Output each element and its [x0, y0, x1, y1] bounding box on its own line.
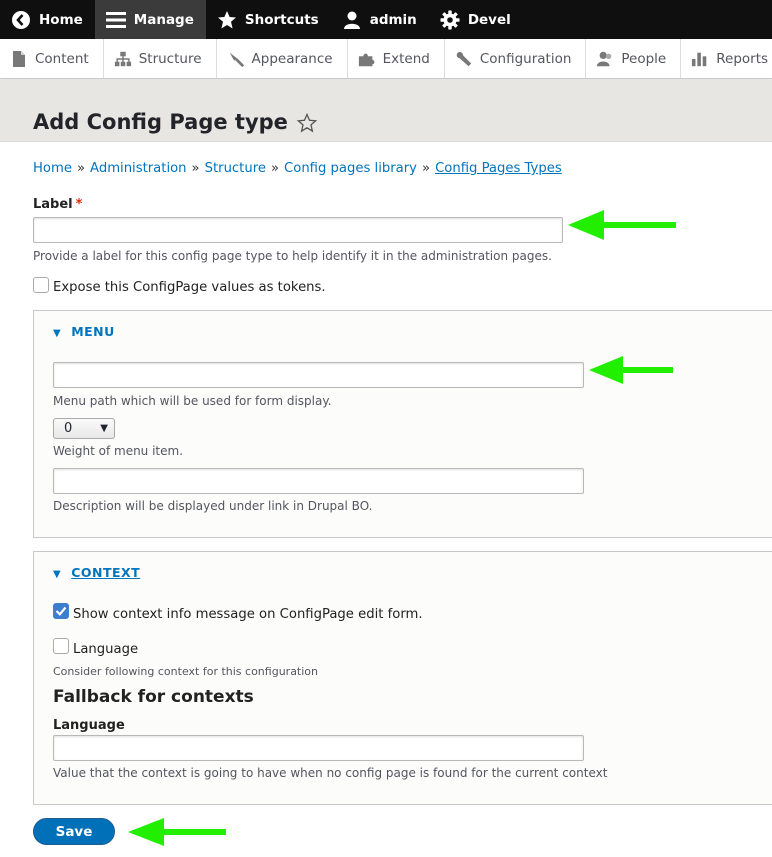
tray-item-structure-label: Structure: [138, 50, 202, 67]
paint-brush-icon: [227, 50, 245, 68]
required-marker: *: [75, 197, 83, 212]
admin-tray: Content Structure Appearance Extend Conf…: [0, 39, 772, 79]
green-arrow-icon: [128, 818, 226, 846]
select-caret-icon: ▼: [100, 423, 108, 434]
toolbar-shortcuts-label: Shortcuts: [244, 11, 319, 28]
triangle-down-icon: ▼: [53, 328, 62, 339]
tray-item-people[interactable]: People: [586, 39, 682, 78]
admin-toolbar: Home Manage Shortcuts admin Devel: [0, 0, 772, 39]
tray-item-extend[interactable]: Extend: [348, 39, 445, 78]
tray-item-appearance[interactable]: Appearance: [217, 39, 348, 78]
page-title: Add Config Page type: [33, 110, 288, 134]
toolbar-devel-label: Devel: [467, 11, 511, 28]
triangle-down-icon: ▼: [53, 569, 62, 580]
tray-item-extend-label: Extend: [382, 50, 430, 67]
toolbar-user[interactable]: admin: [331, 0, 429, 39]
tray-item-appearance-label: Appearance: [251, 50, 333, 67]
menu-summary[interactable]: ▼ MENU: [53, 324, 115, 339]
tray-item-reports-label: Reports: [716, 50, 769, 67]
breadcrumb-administration[interactable]: Administration: [90, 161, 187, 176]
context-summary-label: CONTEXT: [71, 565, 141, 580]
breadcrumb-config-pages-library[interactable]: Config pages library: [284, 161, 417, 176]
tray-item-people-label: People: [621, 50, 667, 67]
puzzle-icon: [358, 50, 376, 68]
toolbar-devel[interactable]: Devel: [429, 0, 523, 39]
menu-description-help: Description will be displayed under link…: [53, 499, 373, 513]
breadcrumb: Home » Administration » Structure » Config pag…: [33, 161, 562, 176]
menu-weight-description: Weight of menu item.: [53, 444, 184, 458]
fallback-language-input[interactable]: [53, 735, 584, 761]
menu-path-input[interactable]: [53, 362, 584, 388]
green-arrow-icon: [568, 210, 676, 240]
label-field-label: Label *: [33, 197, 82, 212]
tray-item-configuration[interactable]: Configuration: [445, 39, 587, 78]
breadcrumb-config-pages-types[interactable]: Config Pages Types: [435, 161, 562, 176]
checkmark-icon: [55, 606, 67, 616]
context-consider-text: Consider following context for this conf…: [53, 665, 318, 678]
document-icon: [10, 50, 28, 68]
fallback-title: Fallback for contexts: [53, 687, 254, 707]
language-context-label: Language: [73, 642, 139, 657]
home-arrow-icon: [10, 9, 32, 31]
toolbar-manage[interactable]: Manage: [94, 0, 206, 39]
breadcrumb-separator: »: [76, 161, 86, 176]
tray-item-content-label: Content: [35, 50, 89, 67]
show-context-info-label: Show context info message on ConfigPage …: [73, 607, 423, 622]
expose-tokens-checkbox[interactable]: [33, 277, 49, 293]
green-arrow-icon: [589, 356, 673, 384]
tray-item-reports[interactable]: Reports: [681, 39, 772, 78]
star-icon: [216, 9, 238, 31]
toolbar-shortcuts[interactable]: Shortcuts: [206, 0, 331, 39]
toolbar-manage-label: Manage: [133, 11, 194, 28]
expose-tokens-label: Expose this ConfigPage values as tokens.: [53, 280, 326, 295]
language-context-checkbox[interactable]: [53, 638, 69, 654]
wrench-icon: [455, 50, 473, 68]
bar-chart-icon: [691, 50, 709, 68]
breadcrumb-separator: »: [421, 161, 431, 176]
toolbar-user-label: admin: [369, 11, 417, 28]
context-summary[interactable]: ▼ CONTEXT: [53, 565, 140, 580]
label-title: Label: [33, 197, 73, 212]
breadcrumb-home[interactable]: Home: [33, 161, 72, 176]
tray-item-content[interactable]: Content: [0, 39, 104, 78]
hamburger-menu-icon: [105, 9, 127, 31]
menu-weight-value: 0: [64, 421, 73, 436]
toolbar-home[interactable]: Home: [0, 0, 95, 39]
breadcrumb-separator: »: [270, 161, 280, 176]
menu-summary-label: MENU: [71, 324, 115, 339]
menu-description-input[interactable]: [53, 468, 584, 494]
people-icon: [596, 50, 614, 68]
breadcrumb-separator: »: [191, 161, 200, 176]
breadcrumb-structure[interactable]: Structure: [205, 161, 266, 176]
label-description: Provide a label for this config page typ…: [33, 249, 552, 263]
sitemap-icon: [114, 50, 132, 68]
menu-path-description: Menu path which will be used for form di…: [53, 394, 332, 408]
fallback-description: Value that the context is going to have …: [53, 766, 608, 780]
gear-icon: [439, 9, 461, 31]
menu-weight-select[interactable]: 0 ▼: [53, 418, 115, 439]
shortcut-star-icon[interactable]: [296, 112, 318, 133]
fallback-language-label: Language: [53, 718, 125, 733]
tray-item-configuration-label: Configuration: [479, 50, 572, 67]
label-input[interactable]: [33, 217, 563, 243]
user-icon: [341, 9, 363, 31]
save-button[interactable]: Save: [33, 818, 115, 845]
toolbar-home-label: Home: [39, 11, 83, 28]
tray-item-structure[interactable]: Structure: [104, 39, 217, 78]
show-context-info-checkbox[interactable]: [53, 603, 69, 619]
